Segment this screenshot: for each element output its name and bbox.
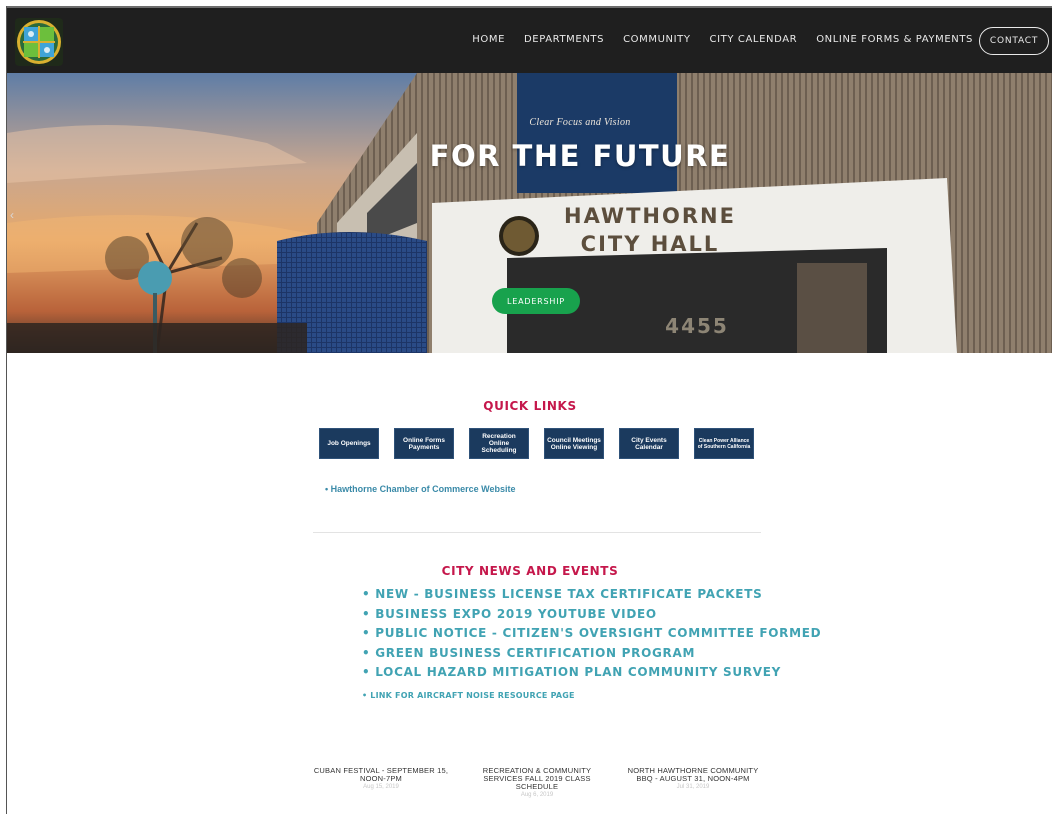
news-link[interactable]: • GREEN BUSINESS CERTIFICATION PROGRAM: [362, 644, 821, 664]
event-card[interactable]: RECREATION & COMMUNITY SERVICES FALL 201…: [463, 766, 611, 799]
nav-online-forms-payments[interactable]: ONLINE FORMS & PAYMENTS: [816, 34, 973, 45]
news-link[interactable]: • PUBLIC NOTICE - CITIZEN'S OVERSIGHT CO…: [362, 624, 821, 644]
news-link[interactable]: • LOCAL HAZARD MITIGATION PLAN COMMUNITY…: [362, 663, 821, 683]
event-title: NORTH HAWTHORNE COMMUNITY BBQ - AUGUST 3…: [627, 766, 759, 783]
hero-title: FOR THE FUTURE: [429, 139, 731, 173]
quick-links-tiles: Job Openings Online Forms Payments Recre…: [319, 428, 769, 459]
city-seal-logo[interactable]: [15, 18, 63, 66]
chamber-of-commerce-link[interactable]: • Hawthorne Chamber of Commerce Website: [325, 484, 516, 494]
sign-line-1: HAWTHORNE: [564, 204, 736, 228]
tile-clean-power-alliance[interactable]: Clean Power Alliance of Southern Califor…: [694, 428, 754, 459]
tile-council-meetings[interactable]: Council Meetings Online Viewing: [544, 428, 604, 459]
hero-banner: HAWTHORNE CITY HALL 4455 Clear Focus and…: [7, 73, 1052, 353]
page: HOME DEPARTMENTS COMMUNITY CITY CALENDAR…: [6, 6, 1052, 814]
event-date: Jul 31, 2019: [676, 784, 710, 790]
hero-tagline: Clear Focus and Vision: [529, 117, 631, 128]
tile-online-forms-payments[interactable]: Online Forms Payments: [394, 428, 454, 459]
event-title: CUBAN FESTIVAL - SEPTEMBER 15, NOON-7PM: [313, 766, 449, 783]
leadership-button[interactable]: LEADERSHIP: [492, 288, 580, 314]
event-date: Aug 6, 2019: [520, 792, 554, 798]
news-link[interactable]: • NEW - BUSINESS LICENSE TAX CERTIFICATE…: [362, 585, 821, 605]
contact-button[interactable]: CONTACT: [979, 27, 1049, 55]
tile-recreation-scheduling[interactable]: Recreation Online Scheduling: [469, 428, 529, 459]
aircraft-noise-link[interactable]: • LINK FOR AIRCRAFT NOISE RESOURCE PAGE: [362, 683, 821, 705]
section-divider: [313, 532, 761, 533]
event-title: RECREATION & COMMUNITY SERVICES FALL 201…: [482, 766, 592, 791]
news-title: CITY NEWS AND EVENTS: [441, 564, 619, 578]
events-row: CUBAN FESTIVAL - SEPTEMBER 15, NOON-7PM …: [307, 766, 775, 799]
top-nav: HOME DEPARTMENTS COMMUNITY CITY CALENDAR…: [7, 6, 1052, 73]
chevron-left-icon[interactable]: ‹: [10, 208, 14, 222]
sign-line-2: CITY HALL: [581, 232, 720, 256]
quick-links-title: QUICK LINKS: [483, 399, 577, 413]
event-date: Aug 15, 2019: [363, 784, 399, 790]
nav-city-calendar[interactable]: CITY CALENDAR: [710, 34, 798, 45]
nav-links: HOME DEPARTMENTS COMMUNITY CITY CALENDAR…: [453, 34, 973, 45]
news-link[interactable]: • BUSINESS EXPO 2019 YOUTUBE VIDEO: [362, 605, 821, 625]
tile-job-openings[interactable]: Job Openings: [319, 428, 379, 459]
news-list: • NEW - BUSINESS LICENSE TAX CERTIFICATE…: [362, 585, 821, 705]
address-number: 4455: [665, 314, 729, 338]
nav-departments[interactable]: DEPARTMENTS: [524, 34, 604, 45]
city-seal-icon: [17, 20, 61, 64]
event-card[interactable]: CUBAN FESTIVAL - SEPTEMBER 15, NOON-7PM …: [307, 767, 455, 798]
nav-home[interactable]: HOME: [472, 34, 505, 45]
tile-city-events-calendar[interactable]: City Events Calendar: [619, 428, 679, 459]
nav-community[interactable]: COMMUNITY: [623, 34, 690, 45]
event-card[interactable]: NORTH HAWTHORNE COMMUNITY BBQ - AUGUST 3…: [619, 767, 767, 798]
